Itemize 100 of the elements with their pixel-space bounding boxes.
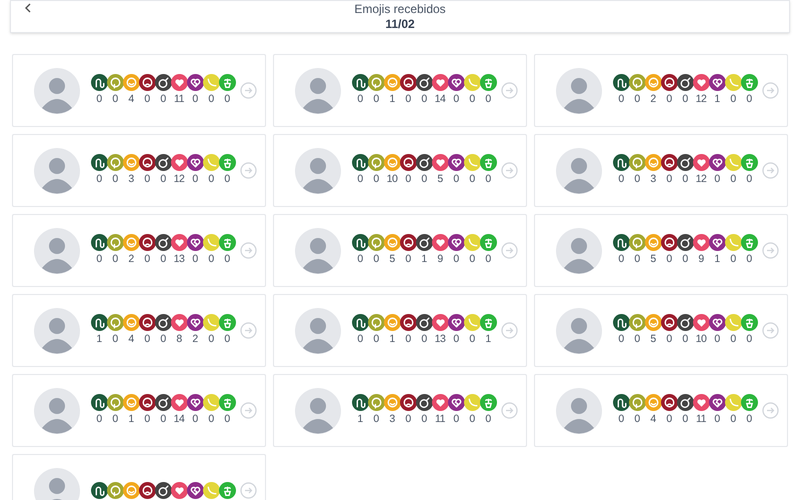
emoji-count: 0 [223, 252, 231, 267]
emoji-count: 4 [127, 332, 135, 347]
emoji-count: 0 [420, 172, 428, 187]
emoji-count: 0 [633, 412, 641, 427]
emoji-count: 0 [745, 412, 753, 427]
emoji-count: 12 [694, 92, 708, 107]
emoji-count: 3 [649, 172, 657, 187]
avatar-silhouette [295, 308, 341, 354]
emoji-count: 0 [713, 172, 721, 187]
emoji-count: 0 [617, 332, 625, 347]
participant-card[interactable]: 0 0 5 0 0 9 1 0 0 [534, 214, 788, 287]
emoji-count: 0 [468, 412, 476, 427]
arrow-right-icon[interactable] [501, 242, 518, 259]
participant-card[interactable]: 0 0 2 0 0 12 1 0 0 [534, 54, 788, 127]
emoji-count: 0 [372, 252, 380, 267]
participant-card[interactable]: 1 0 4 0 0 8 2 0 0 [12, 294, 266, 367]
emoji-count: 0 [484, 172, 492, 187]
emoji-count: 0 [159, 92, 167, 107]
arrow-right-icon[interactable] [762, 322, 779, 339]
emoji-count: 0 [207, 172, 215, 187]
emoji-count: 5 [388, 252, 396, 267]
emoji-count: 9 [436, 252, 444, 267]
emoji-count: 0 [143, 412, 151, 427]
avatar-silhouette [295, 68, 341, 114]
avatar-silhouette [295, 148, 341, 194]
emoji-count: 0 [404, 92, 412, 107]
arrow-right-icon[interactable] [762, 162, 779, 179]
participant-card[interactable]: 0 0 3 0 0 12 0 0 0 [534, 134, 788, 207]
emoji-count: 1 [713, 92, 721, 107]
arrow-right-icon[interactable] [762, 82, 779, 99]
arrow-right-icon[interactable] [501, 322, 518, 339]
arrow-right-icon[interactable] [240, 242, 257, 259]
emoji-count: 4 [649, 412, 657, 427]
avatar-silhouette [556, 388, 602, 434]
avatar-silhouette [34, 388, 80, 434]
emoji-count: 3 [127, 172, 135, 187]
emoji-count: 0 [223, 332, 231, 347]
participant-card[interactable]: 0 0 1 0 0 14 0 0 0 [273, 54, 527, 127]
emoji-count: 0 [745, 252, 753, 267]
emoji-count: 1 [95, 332, 103, 347]
participant-card[interactable]: 0 0 10 0 0 5 0 0 0 [273, 134, 527, 207]
emoji-count: 0 [452, 252, 460, 267]
emoji-count: 10 [694, 332, 708, 347]
arrow-right-icon[interactable] [240, 162, 257, 179]
emoji-count: 0 [665, 92, 673, 107]
emoji-count: 0 [207, 332, 215, 347]
arrow-right-icon[interactable] [240, 402, 257, 419]
emoji-count: 0 [468, 252, 476, 267]
emoji-count: 2 [191, 332, 199, 347]
header-title: Emojis recebidos [354, 2, 446, 16]
participant-card[interactable]: 0 0 2 0 0 13 0 0 0 [12, 214, 266, 287]
arrow-right-icon[interactable] [240, 82, 257, 99]
arrow-right-icon[interactable] [240, 482, 257, 499]
header-date: 11/02 [385, 16, 415, 32]
emoji-count: 0 [372, 412, 380, 427]
emoji-count: 0 [207, 412, 215, 427]
emoji-count: 11 [695, 412, 707, 427]
avatar-silhouette [34, 308, 80, 354]
arrow-right-icon[interactable] [501, 402, 518, 419]
emoji-count: 0 [420, 92, 428, 107]
emoji-count: 0 [729, 172, 737, 187]
emoji-count: 0 [143, 92, 151, 107]
emoji-count: 1 [420, 252, 428, 267]
participant-card[interactable]: 1 0 3 0 0 11 0 0 0 [273, 374, 527, 447]
emoji-count: 0 [111, 172, 119, 187]
avatar-silhouette [295, 228, 341, 274]
participant-card[interactable]: 0 0 4 0 0 11 0 0 0 [534, 374, 788, 447]
emoji-count: 0 [745, 92, 753, 107]
participant-card[interactable]: 0 0 1 0 0 13 0 0 1 [273, 294, 527, 367]
avatar-silhouette [34, 148, 80, 194]
emoji-count: 0 [665, 412, 673, 427]
participant-card[interactable]: 0 0 1 0 0 14 0 0 0 [12, 374, 266, 447]
arrow-right-icon[interactable] [240, 322, 257, 339]
emoji-count: 0 [420, 332, 428, 347]
arrow-right-icon[interactable] [501, 162, 518, 179]
emoji-count: 0 [159, 252, 167, 267]
emoji-count: 8 [175, 332, 183, 347]
emoji-count: 0 [159, 332, 167, 347]
emoji-count: 0 [404, 332, 412, 347]
participant-card[interactable]: 0 0 3 0 0 12 0 0 0 [12, 134, 266, 207]
emoji-count: 0 [452, 92, 460, 107]
emoji-count: 0 [356, 92, 364, 107]
emoji-count: 0 [372, 92, 380, 107]
emoji-count: 0 [729, 412, 737, 427]
participant-card[interactable]: 0 0 5 0 0 10 0 0 0 [534, 294, 788, 367]
emoji-count: 0 [95, 172, 103, 187]
avatar-silhouette [556, 68, 602, 114]
emoji-count: 0 [207, 252, 215, 267]
arrow-right-icon[interactable] [762, 242, 779, 259]
arrow-right-icon[interactable] [501, 82, 518, 99]
emoji-count: 4 [127, 92, 135, 107]
emoji-count: 0 [356, 252, 364, 267]
emoji-count: 0 [111, 332, 119, 347]
participant-card[interactable]: 0 0 5 0 1 9 0 0 0 [273, 214, 527, 287]
emoji-count: 0 [111, 412, 119, 427]
back-icon[interactable] [23, 3, 33, 13]
emoji-count: 0 [729, 332, 737, 347]
emoji-count: 0 [484, 92, 492, 107]
arrow-right-icon[interactable] [762, 402, 779, 419]
participant-card[interactable]: 0 0 4 0 0 11 0 0 0 [12, 54, 266, 127]
